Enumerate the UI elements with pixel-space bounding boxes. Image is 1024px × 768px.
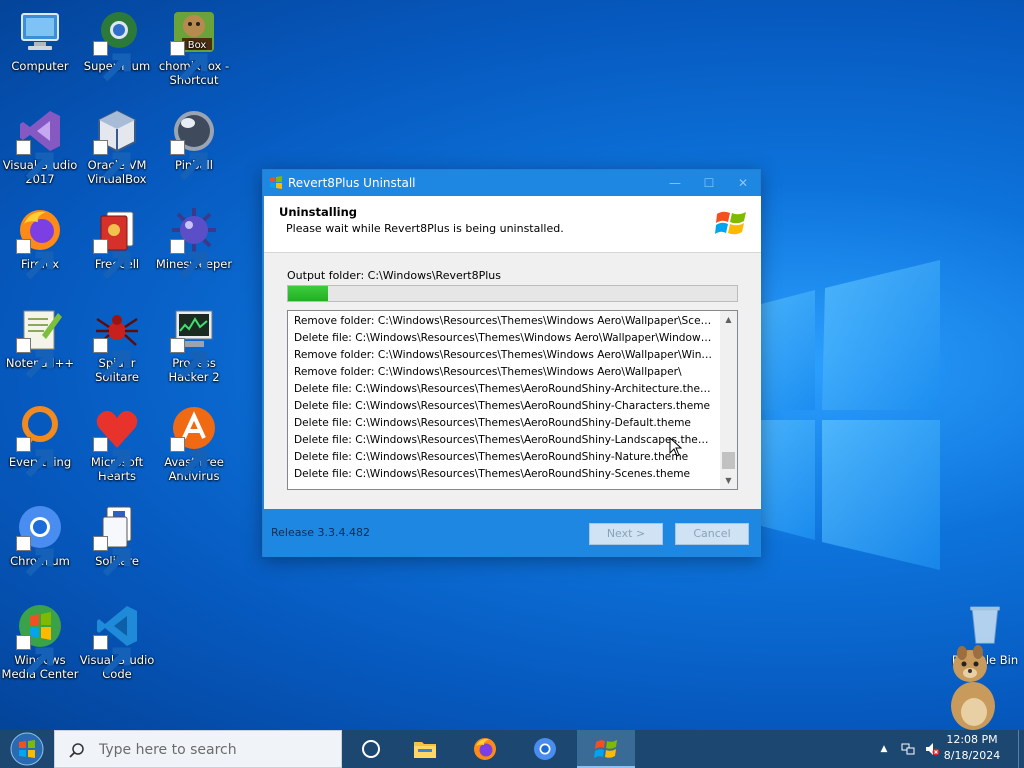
desktop-icon-avast-free-antivirus[interactable]: Avast Free Antivirus	[155, 404, 233, 483]
log-line: Delete file: C:\Windows\Resources\Themes…	[294, 400, 711, 412]
taskbar: Type here to search ▲ 12:08 PM 8/18/2024	[0, 730, 1024, 768]
log-line: Delete file: C:\Windows\Resources\Themes…	[294, 468, 691, 480]
show-desktop-button[interactable]	[1018, 730, 1024, 768]
shortcut-arrow-icon	[16, 338, 54, 379]
dialog-header: Uninstalling Please wait while Revert8Pl…	[264, 196, 761, 253]
header-title: Uninstalling	[279, 205, 358, 219]
log-line: Remove folder: C:\Windows\Resources\Them…	[294, 315, 714, 327]
header-subtitle: Please wait while Revert8Plus is being u…	[286, 222, 564, 235]
taskbar-search-box[interactable]: Type here to search	[54, 730, 342, 768]
dialog-body: Output folder: C:\Windows\Revert8Plus Re…	[264, 253, 761, 509]
minimize-button[interactable]: —	[658, 170, 692, 196]
progress-bar	[287, 285, 738, 302]
desktop-icon-everything[interactable]: Everything	[1, 404, 79, 478]
scroll-down-icon[interactable]: ▼	[720, 472, 737, 489]
firefox-icon	[474, 738, 496, 760]
shortcut-arrow-icon	[93, 239, 131, 280]
maximize-button[interactable]: ☐	[692, 170, 726, 196]
desktop-icon-visual-studio-code[interactable]: Visual Studio Code	[78, 602, 156, 681]
task-view-button[interactable]	[342, 730, 400, 768]
log-line: Remove folder: C:\Windows\Resources\Them…	[294, 366, 682, 378]
shortcut-arrow-icon	[170, 338, 208, 379]
desktop-icon-spider-solitare[interactable]: Spider Solitare	[78, 305, 156, 384]
details-log[interactable]: Remove folder: C:\Windows\Resources\Them…	[287, 310, 738, 490]
shortcut-arrow-icon	[16, 140, 54, 181]
taskbar-revert8plus-uninstall[interactable]	[577, 730, 635, 768]
volume-muted-icon[interactable]	[924, 741, 940, 757]
desktop-icon-microsoft-hearts[interactable]: Microsoft Hearts	[78, 404, 156, 483]
shortcut-arrow-icon	[170, 437, 208, 478]
desktop-icon-solitare[interactable]: Solitare	[78, 503, 156, 577]
taskbar-chromium[interactable]	[516, 730, 574, 768]
next-button[interactable]: Next >	[589, 523, 663, 545]
progress-fill	[288, 286, 329, 301]
shortcut-arrow-icon	[170, 239, 208, 280]
desktop-icon-visual-studio-2017[interactable]: Visual Studio 2017	[1, 107, 79, 186]
log-line: Delete file: C:\Windows\Resources\Themes…	[294, 332, 714, 344]
log-line: Delete file: C:\Windows\Resources\Themes…	[294, 434, 714, 446]
system-clock[interactable]: 12:08 PM 8/18/2024	[942, 732, 1002, 764]
log-line: Delete file: C:\Windows\Resources\Themes…	[294, 417, 691, 429]
windows-start-orb-icon	[10, 732, 44, 766]
shortcut-arrow-icon	[16, 536, 54, 577]
shortcut-arrow-icon	[16, 239, 54, 280]
clock-date: 8/18/2024	[943, 749, 1001, 762]
uninstall-dialog: Revert8Plus Uninstall — ☐ ✕ Uninstalling…	[262, 169, 761, 557]
cancel-button[interactable]: Cancel	[675, 523, 749, 545]
computer-icon	[21, 13, 59, 50]
desktop-icon-pinball[interactable]: Pinball	[155, 107, 233, 181]
desktop-icon-oracle-vm-virtualbox[interactable]: Oracle VM VirtualBox	[78, 107, 156, 186]
log-line: Remove folder: C:\Windows\Resources\Them…	[294, 349, 714, 361]
log-scrollbar[interactable]: ▲ ▼	[720, 311, 737, 489]
dialog-footer: Release 3.3.4.482 Next > Cancel	[264, 509, 761, 557]
revert8plus-app-icon	[270, 176, 282, 189]
scroll-thumb[interactable]	[722, 452, 735, 469]
desktop-icon-firefox[interactable]: Firefox	[1, 206, 79, 280]
log-lines: Remove folder: C:\Windows\Resources\Them…	[294, 313, 714, 483]
desktop-icon-windows-media-center[interactable]: Windows Media Center	[1, 602, 79, 681]
shortcut-arrow-icon	[16, 635, 54, 676]
windows-flag-icon	[594, 740, 617, 758]
desktop-icon-minesweeper[interactable]: Minesweeper	[155, 206, 233, 280]
close-button[interactable]: ✕	[726, 170, 760, 196]
desktop-icon-computer[interactable]: Computer	[1, 8, 79, 73]
search-placeholder: Type here to search	[99, 742, 237, 758]
release-version: Release 3.3.4.482	[271, 526, 370, 539]
shortcut-arrow-icon	[93, 437, 131, 478]
mouse-pointer-icon	[669, 437, 683, 457]
shortcut-arrow-icon	[93, 140, 131, 181]
desktop-icon-chomikbox-shortcut[interactable]: Box chomikbox - Shortcut	[155, 8, 233, 87]
shortcut-arrow-icon	[16, 437, 54, 478]
desktop-icon-process-hacker-2[interactable]: Process Hacker 2	[155, 305, 233, 384]
taskbar-firefox[interactable]	[456, 730, 514, 768]
shortcut-arrow-icon	[170, 140, 208, 181]
dialog-title: Revert8Plus Uninstall	[288, 176, 416, 190]
shortcut-arrow-icon	[93, 536, 131, 577]
log-line: Delete file: C:\Windows\Resources\Themes…	[294, 383, 714, 395]
start-button[interactable]	[0, 730, 54, 768]
dialog-title-bar[interactable]: Revert8Plus Uninstall — ☐ ✕	[263, 170, 760, 196]
log-line: Delete file: C:\Windows\Resources\Themes…	[294, 451, 689, 463]
chromium-icon	[534, 738, 556, 760]
cortana-circle-icon	[362, 740, 380, 758]
desktop-icon-label: Computer	[11, 59, 69, 73]
scroll-up-icon[interactable]: ▲	[720, 311, 737, 328]
desktop-icon-freecell[interactable]: Freecell	[78, 206, 156, 280]
desktop-icon-notepad-plus-plus[interactable]: Notepad++	[1, 305, 79, 379]
shortcut-arrow-icon	[170, 41, 208, 82]
dog-mascot-icon	[951, 645, 995, 730]
shortcut-arrow-icon	[93, 338, 131, 379]
clock-time: 12:08 PM	[946, 733, 998, 746]
network-icon[interactable]	[900, 741, 916, 757]
output-folder-label: Output folder: C:\Windows\Revert8Plus	[287, 269, 501, 282]
shortcut-arrow-icon	[93, 635, 131, 676]
windows-flag-icon	[715, 211, 746, 235]
taskbar-file-explorer[interactable]	[396, 730, 454, 768]
desktop-icon-chromium[interactable]: Chromium	[1, 503, 79, 577]
search-icon	[69, 743, 84, 758]
tray-overflow-chevron-icon[interactable]: ▲	[879, 741, 889, 757]
desktop-icon-supermium[interactable]: Supermium	[78, 8, 156, 82]
shortcut-arrow-icon	[93, 41, 131, 82]
folder-icon	[414, 742, 436, 758]
